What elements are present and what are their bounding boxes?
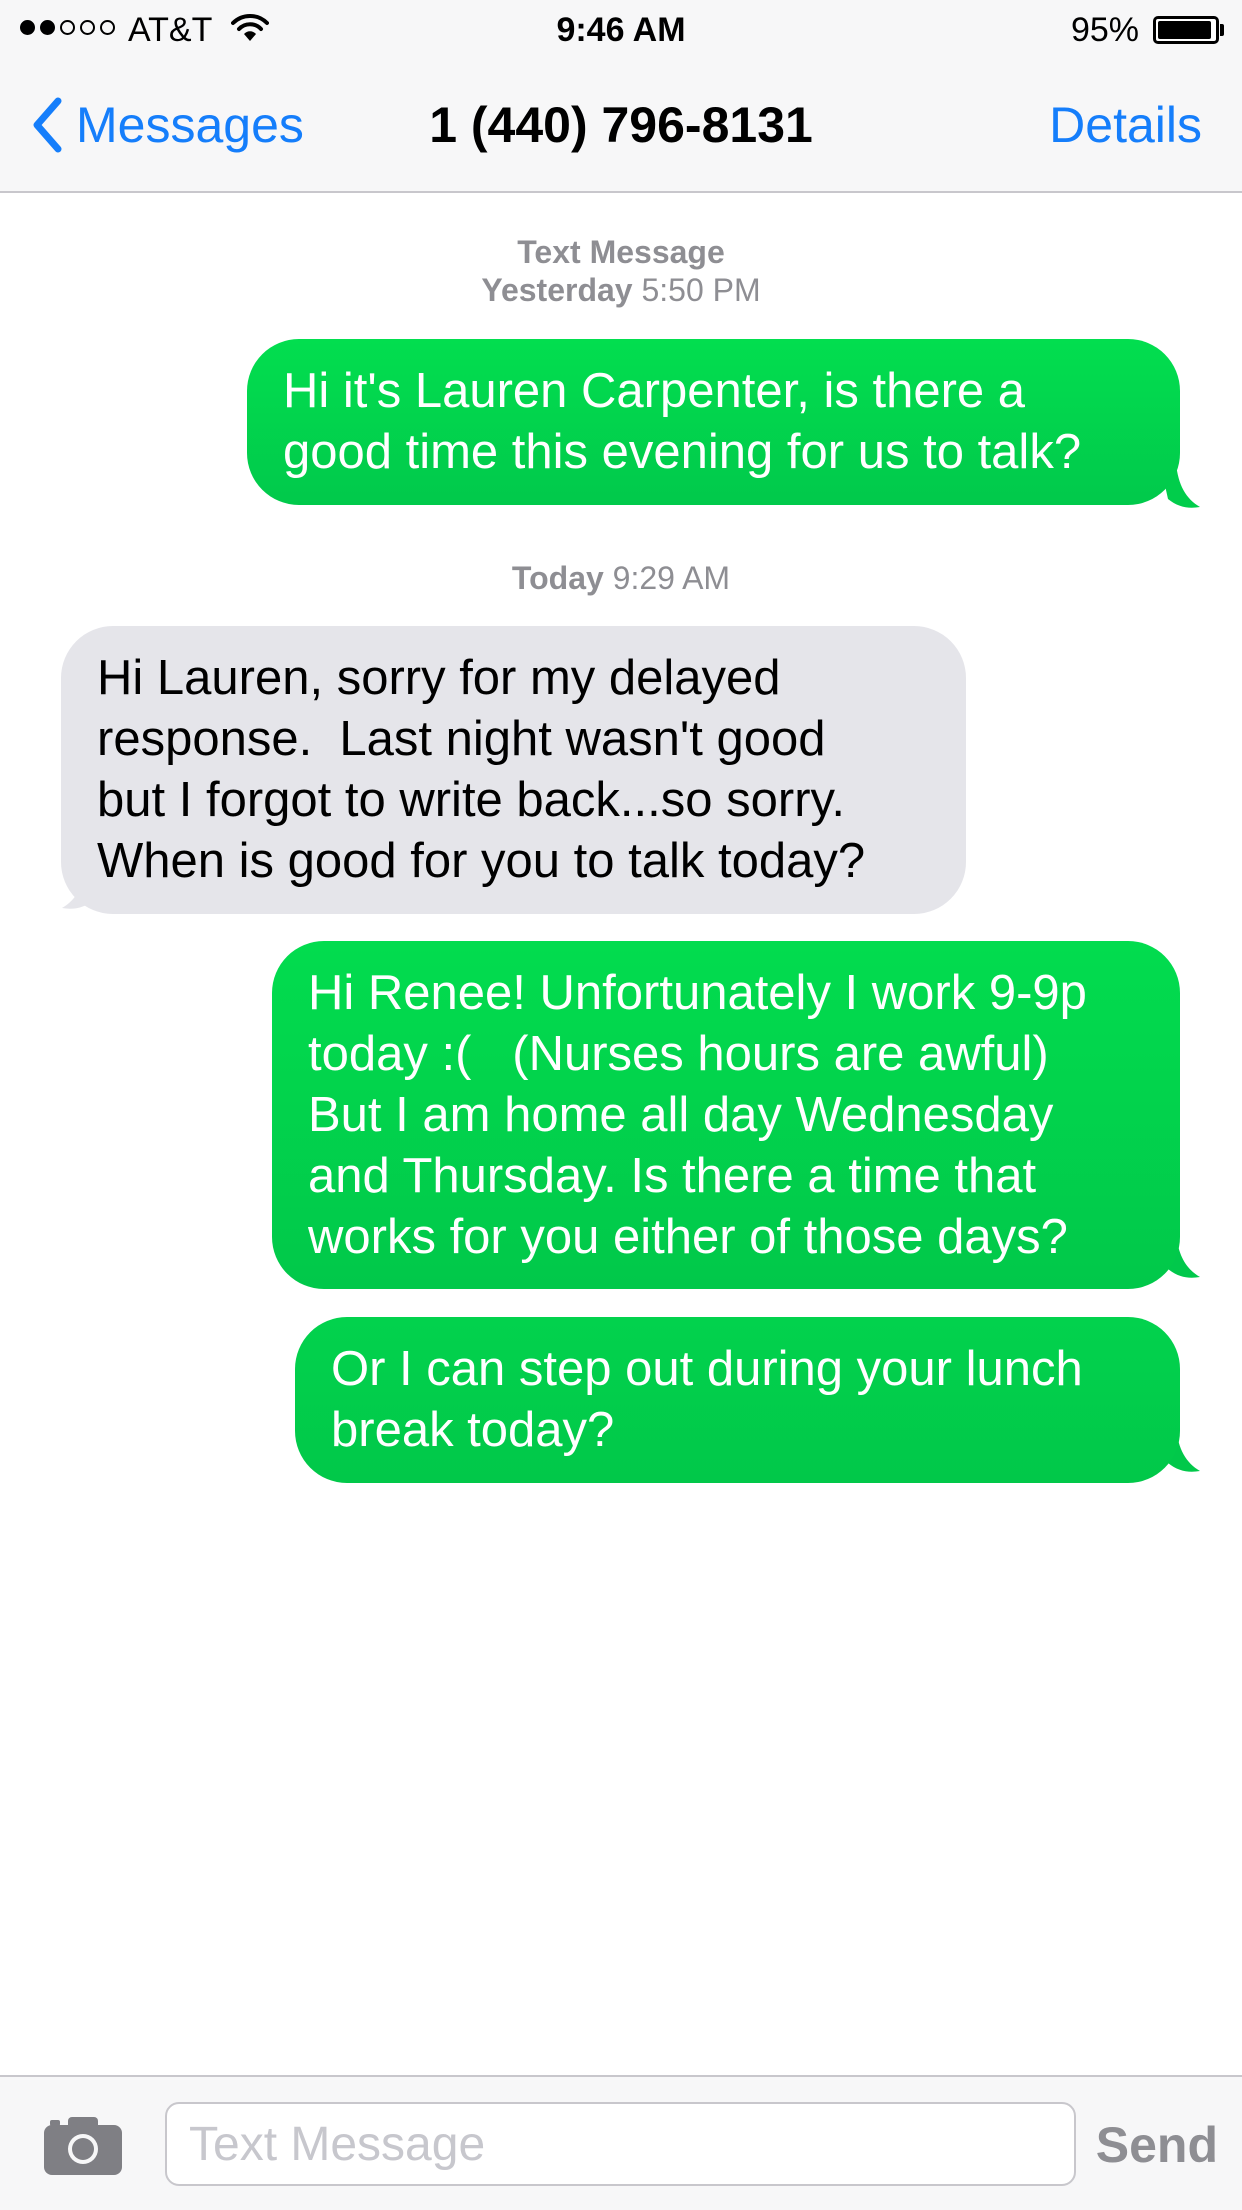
battery-icon [1153,16,1219,44]
timestamp: Yesterday 5:50 PM [0,271,1242,309]
details-button[interactable]: Details [1049,92,1202,158]
status-time: 9:46 AM [556,11,686,49]
timestamp: Today 9:29 AM [0,559,1242,597]
message-text-line: When is good for you to talk today? [97,834,866,888]
navigation-bar: Messages 1 (440) 796-8131 Details [0,62,1242,193]
camera-icon[interactable] [44,2115,122,2175]
message-text-line: but I forgot to write back...so sorry. [97,773,845,827]
message-input-bar: Send [0,2075,1242,2210]
message-text-line: break today? [331,1403,615,1457]
timestamp-day: Today [511,560,604,596]
message-text-line: Hi it's Lauren Carpenter, is there a [283,364,1026,418]
timestamp-time: 9:29 AM [612,560,731,596]
battery-fill [1158,21,1211,39]
message-text-line: Hi Lauren, sorry for my delayed [97,651,781,705]
conversation-thread: Text Message Yesterday 5:50 PM Hi it's L… [0,193,1242,2075]
conversation-header: Text Message [0,233,1242,271]
timestamp-day: Yesterday [481,272,633,308]
send-button[interactable]: Send [1096,2115,1218,2175]
received-message-bubble[interactable]: Hi Lauren, sorry for my delayed response… [61,626,966,914]
sent-message-bubble[interactable]: Hi Renee! Unfortunately I work 9-9p toda… [272,941,1180,1289]
battery-percentage: 95% [1070,11,1139,49]
timestamp-time: 5:50 PM [641,272,761,308]
battery-tip [1220,24,1224,36]
message-text-line: But I am home all day Wednesday [308,1088,1054,1142]
message-text-line: response. Last night wasn't good [97,712,826,766]
sent-message-bubble[interactable]: Or I can step out during your lunch brea… [295,1317,1180,1483]
message-text-line: works for you either of those days? [308,1210,1068,1264]
message-type-label: Text Message [517,234,725,270]
message-text-line: today :( (Nurses hours are awful) [308,1027,1049,1081]
message-text-line: good time this evening for us to talk? [283,425,1082,479]
sent-message-bubble[interactable]: Hi it's Lauren Carpenter, is there a goo… [247,339,1180,505]
message-text-line: Hi Renee! Unfortunately I work 9-9p [308,966,1087,1020]
message-text-field[interactable] [165,2102,1076,2186]
message-text-line: and Thursday. Is there a time that [308,1149,1037,1203]
status-bar: AT&T 9:46 AM 95% [0,0,1242,62]
message-text-line: Or I can step out during your lunch [331,1342,1083,1396]
